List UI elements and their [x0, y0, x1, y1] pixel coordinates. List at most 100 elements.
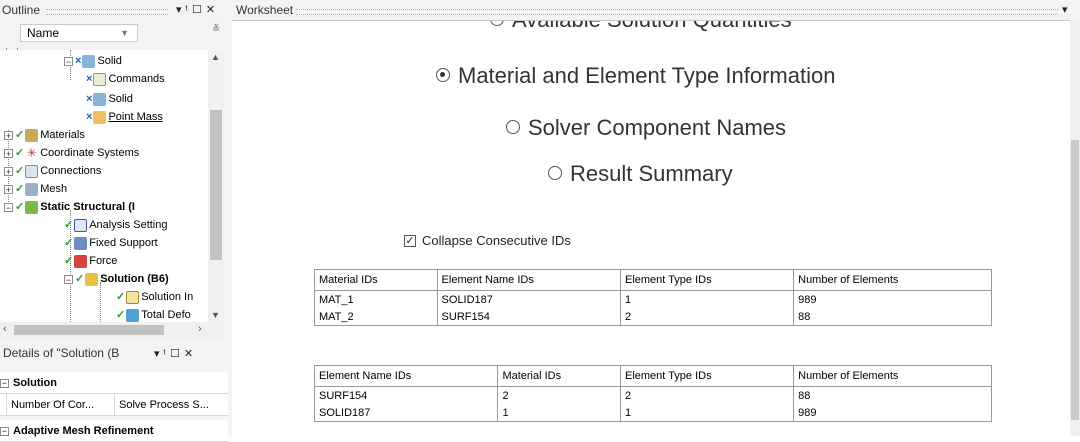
collapse-toggle-icon[interactable]: − [64, 56, 73, 66]
tree-node-solid[interactable]: × Solid [86, 90, 133, 108]
analysis-settings-icon [74, 218, 88, 232]
table-cell: 88 [793, 386, 992, 404]
worksheet-vertical-scrollbar[interactable] [1070, 20, 1080, 436]
scrollbar-thumb[interactable] [1071, 140, 1079, 420]
material-ids-table: Material IDs Element Name IDs Element Ty… [314, 269, 992, 326]
connections-icon [25, 164, 39, 178]
tree-node-commands[interactable]: × Commands [86, 70, 165, 88]
outline-panel: Outline ▾ ᵗ ☐ ✕ Name ▼ ≚ − × Solid × Commands … [0, 0, 233, 442]
expand-toggle-icon[interactable]: + [4, 184, 13, 194]
expand-toggle-icon[interactable]: + [4, 148, 13, 158]
dropdown-icon[interactable]: ▾ [1062, 0, 1068, 20]
status-check-icon: ✓ [15, 129, 25, 141]
outline-title: Outline [2, 3, 41, 17]
radio-button-icon[interactable] [490, 21, 504, 27]
tree-node-solution-information[interactable]: ✓ Solution In [116, 288, 193, 306]
solid-body-icon [82, 54, 96, 68]
tree-node-label: Fixed Support [89, 237, 158, 249]
tree-node-point-mass[interactable]: × Point Mass [86, 108, 163, 126]
scroll-down-icon[interactable]: ▼ [211, 310, 220, 320]
tree-node-coordinate-systems[interactable]: + ✓ ✳ Coordinate Systems [4, 144, 139, 162]
details-row[interactable]: Number Of Cor... Solve Process S... [0, 394, 228, 416]
tree-node-force[interactable]: ✓ Force [64, 252, 117, 270]
tree-node-static-structural[interactable]: − ✓ Static Structural (I [4, 198, 135, 216]
scroll-right-icon[interactable]: › [198, 323, 202, 335]
scrollbar-thumb[interactable] [14, 325, 164, 335]
collapse-consecutive-ids-option[interactable]: ✓ Collapse Consecutive IDs [404, 233, 571, 248]
scroll-left-icon[interactable]: ‹ [3, 323, 7, 335]
tree-node-label: Mesh [40, 183, 68, 195]
status-check-icon: ✓ [116, 291, 126, 303]
tree-node-solution[interactable]: − ✓ Solution (B6) [64, 270, 169, 288]
checkbox-checked-icon[interactable]: ✓ [404, 234, 416, 247]
tree-node-label: Solution (B6) [100, 273, 169, 285]
radio-material-element-type[interactable]: Material and Element Type Information [436, 63, 835, 89]
radio-result-summary[interactable]: Result Summary [548, 161, 733, 187]
scroll-up-icon[interactable]: ▲ [211, 52, 220, 62]
dropdown-icon[interactable]: ▾ [176, 0, 182, 20]
checkbox-label: Collapse Consecutive IDs [422, 233, 571, 248]
maximize-icon[interactable]: ☐ [192, 0, 202, 20]
collapse-toggle-icon[interactable]: − [64, 274, 73, 284]
table-row: MAT_2 SURF154 2 88 [314, 308, 992, 326]
details-group-solution[interactable]: − Solution [0, 372, 228, 394]
collapse-toggle-icon[interactable]: − [0, 378, 9, 388]
element-name-ids-table: Element Name IDs Material IDs Element Ty… [313, 365, 992, 422]
status-check-icon: ✓ [64, 219, 74, 231]
status-x-icon: × [75, 55, 82, 67]
tree-node-label: Static Structural (I [40, 201, 135, 213]
tree-node-mesh[interactable]: + ✓ Mesh [4, 180, 67, 198]
table-row: SURF154 2 2 88 [313, 386, 992, 404]
status-check-icon: ✓ [15, 165, 25, 177]
tree-node-total-deformation[interactable]: ✓ Total Defo [116, 306, 191, 322]
expand-toggle-icon[interactable]: + [4, 130, 13, 140]
worksheet-title: Worksheet [236, 3, 294, 17]
materials-icon [25, 128, 39, 142]
table-header-row: Element Name IDs Material IDs Element Ty… [313, 365, 992, 387]
status-check-icon: ✓ [75, 273, 85, 285]
close-icon[interactable]: ✕ [206, 0, 215, 20]
maximize-icon[interactable]: ☐ [170, 343, 180, 365]
table-cell: 989 [793, 290, 992, 308]
pin-icon[interactable]: ᵗ [186, 0, 188, 20]
status-x-icon: × [86, 111, 93, 123]
table-cell: SURF154 [313, 386, 499, 404]
chevron-down-icon: ▼ [120, 28, 129, 38]
tree-node-fixed-support[interactable]: ✓ Fixed Support [64, 234, 158, 252]
tree-node-analysis-settings[interactable]: ✓ Analysis Setting [64, 216, 167, 234]
collapse-chevron-icon[interactable]: ≚ [212, 24, 220, 35]
table-header-cell: Element Type IDs [619, 365, 795, 387]
status-x-icon: × [86, 73, 93, 85]
point-mass-icon [93, 110, 107, 124]
details-group-label: Solution [13, 377, 57, 389]
dropdown-icon[interactable]: ▾ [154, 343, 160, 365]
tree-node-label: Coordinate Systems [40, 147, 140, 159]
collapse-toggle-icon[interactable]: − [0, 426, 9, 436]
radio-solver-component-names[interactable]: Solver Component Names [506, 115, 786, 141]
details-property-value[interactable]: Solve Process S... [114, 394, 228, 416]
tree-node-materials[interactable]: + ✓ Materials [4, 126, 85, 144]
pin-icon[interactable]: ᵗ [164, 343, 166, 365]
collapse-toggle-icon[interactable]: − [4, 202, 13, 212]
tree-node-solid[interactable]: − × Solid [64, 52, 122, 70]
table-cell: 1 [619, 404, 795, 422]
tree-node-connections[interactable]: + ✓ Connections [4, 162, 101, 180]
details-panel: Details of "Solution (B ▾ ᵗ ☐ ✕ − Solution N… [0, 342, 232, 442]
outline-vertical-scrollbar[interactable]: ▲ ▼ [208, 50, 224, 322]
outline-horizontal-scrollbar[interactable]: ‹ › [0, 322, 224, 338]
details-title: Details of "Solution (B [3, 346, 120, 360]
total-deformation-icon [126, 308, 140, 322]
scrollbar-thumb[interactable] [210, 110, 222, 260]
name-filter-dropdown[interactable]: Name ▼ [20, 24, 138, 42]
radio-available-solution-quantities[interactable]: Available Solution Quantities [490, 21, 792, 33]
radio-button-icon[interactable] [506, 120, 520, 135]
table-cell: SURF154 [436, 308, 621, 326]
radio-button-icon[interactable] [548, 166, 562, 181]
table-cell: MAT_1 [314, 290, 438, 308]
radio-button-selected-icon[interactable] [436, 68, 450, 83]
close-icon[interactable]: ✕ [184, 343, 193, 365]
details-group-adaptive-mesh[interactable]: − Adaptive Mesh Refinement [0, 420, 228, 442]
expand-toggle-icon[interactable]: + [4, 166, 13, 176]
tree-node-label: Materials [40, 129, 85, 141]
table-cell: MAT_2 [314, 308, 438, 326]
